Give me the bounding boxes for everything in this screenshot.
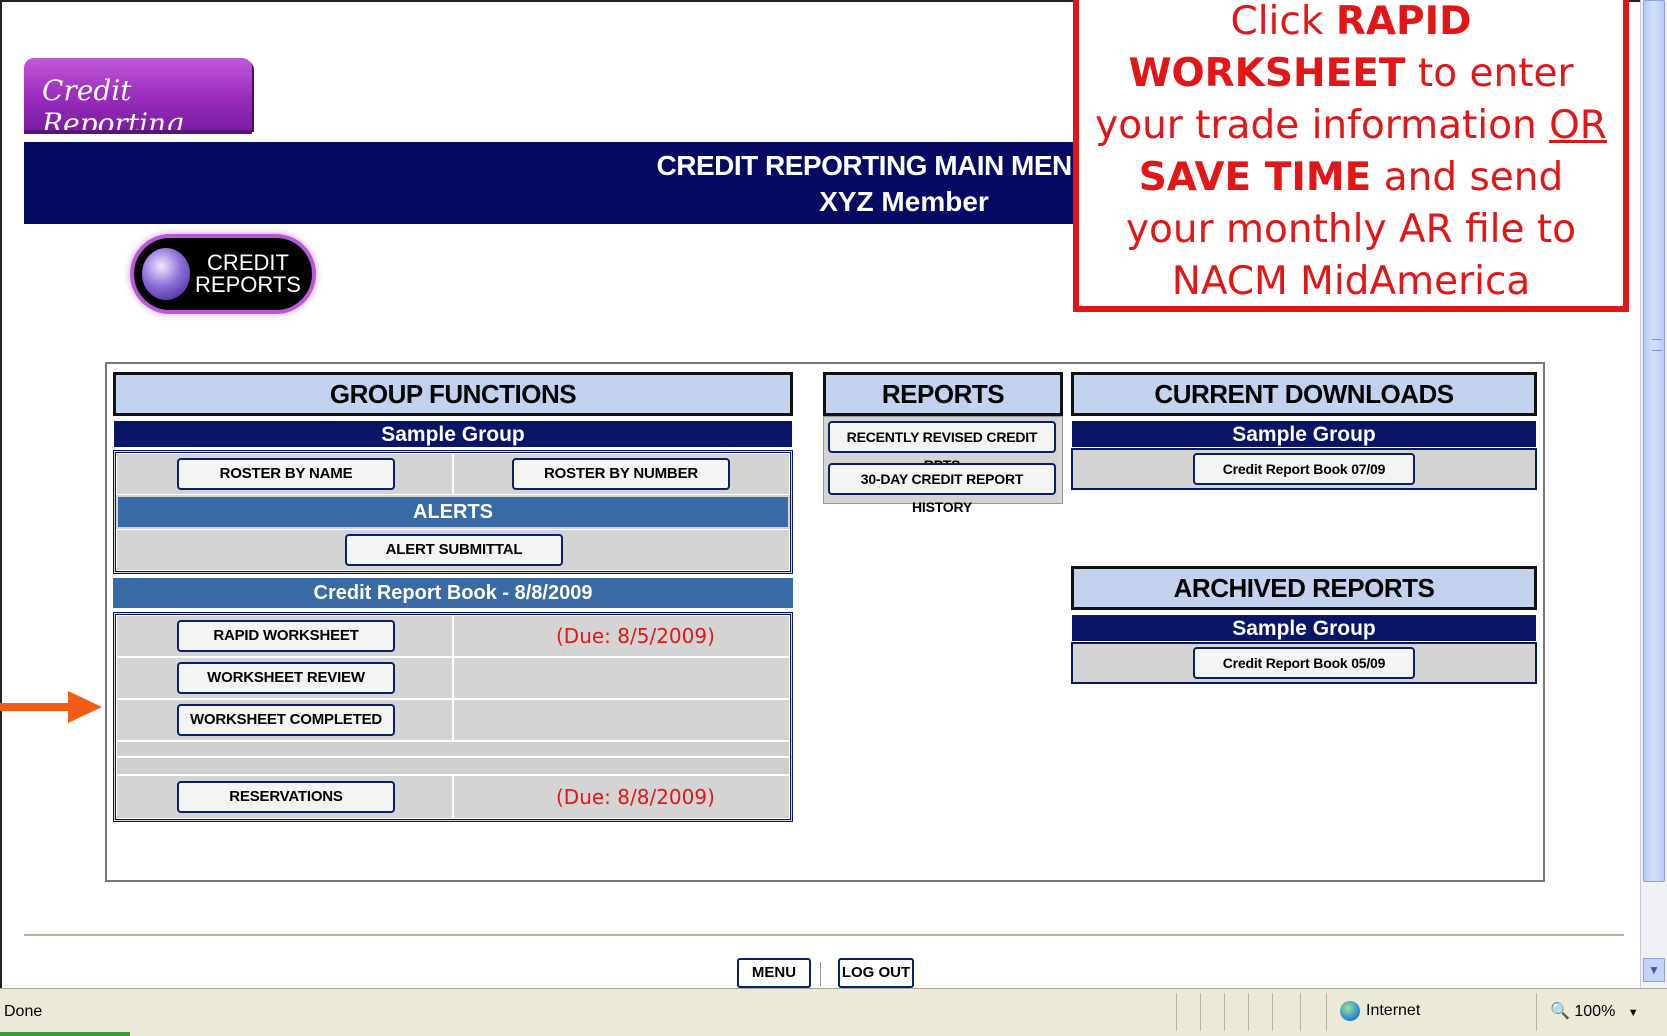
- roster-by-name-button[interactable]: ROSTER BY NAME: [177, 458, 395, 490]
- callout-text: Click RAPID WORKSHEET to enter your trad…: [1095, 0, 1607, 304]
- archived-panel: Credit Report Book 05/09: [1071, 642, 1537, 684]
- status-bar: Done Internet 🔍 100% ▼: [0, 988, 1667, 1036]
- footer-separator: [820, 962, 821, 986]
- vertical-scrollbar[interactable]: ▼: [1640, 0, 1667, 988]
- roster-name-cell: ROSTER BY NAME: [116, 453, 453, 495]
- reports-panel: RECENTLY REVISED CREDIT RPTS 30-DAY CRED…: [823, 416, 1063, 515]
- security-zone: Internet: [1340, 1001, 1420, 1021]
- status-divider: [1326, 993, 1327, 1031]
- archived-book-button[interactable]: Credit Report Book 05/09: [1193, 647, 1415, 679]
- current-book-download-button[interactable]: Credit Report Book 07/09: [1193, 453, 1415, 485]
- downloads-group-bar: Sample Group: [1071, 420, 1537, 448]
- downloads-panel: Credit Report Book 07/09: [1071, 448, 1537, 490]
- menu-button[interactable]: MENU: [737, 958, 811, 988]
- zoom-control[interactable]: 🔍 100% ▼: [1550, 1001, 1639, 1021]
- status-divider: [1536, 993, 1537, 1031]
- worksheet-completed-cell: WORKSHEET COMPLETED: [116, 699, 453, 741]
- current-downloads-header: CURRENT DOWNLOADS: [1071, 372, 1537, 416]
- worksheet-completed-button[interactable]: WORKSHEET COMPLETED: [177, 704, 395, 736]
- worksheet-panel: RAPID WORKSHEET (Due: 8/5/2009) WORKSHEE…: [113, 612, 793, 822]
- status-text: Done: [4, 1003, 43, 1020]
- reservations-due: (Due: 8/8/2009): [556, 785, 715, 809]
- status-divider: [1200, 993, 1201, 1031]
- chevron-down-icon[interactable]: ▼: [1628, 1007, 1639, 1019]
- arrow-right-icon: [0, 703, 72, 711]
- worksheet-review-cell: WORKSHEET REVIEW: [116, 657, 453, 699]
- grip-icon: [1652, 339, 1662, 351]
- empty-cell: [453, 657, 790, 699]
- rapid-worksheet-cell: RAPID WORKSHEET: [116, 615, 453, 657]
- rapid-worksheet-due: (Due: 8/5/2009): [556, 624, 715, 648]
- credit-report-book-header: Credit Report Book - 8/8/2009: [113, 578, 793, 608]
- reports-header: REPORTS: [823, 372, 1063, 416]
- roster-number-cell: ROSTER BY NUMBER: [453, 453, 790, 495]
- scroll-down-icon[interactable]: ▼: [1643, 958, 1665, 982]
- credit-reports-button[interactable]: CREDIT REPORTS: [130, 234, 316, 314]
- progress-strip: [0, 1032, 130, 1036]
- recently-revised-button[interactable]: RECENTLY REVISED CREDIT RPTS: [828, 421, 1056, 473]
- reservations-cell: RESERVATIONS: [116, 775, 453, 819]
- orb-icon: [142, 248, 190, 300]
- globe-icon: [1340, 1001, 1360, 1021]
- group-functions-header: GROUP FUNCTIONS: [113, 372, 793, 416]
- empty-cell: [453, 699, 790, 741]
- zoom-level: 100%: [1574, 1003, 1616, 1020]
- rapid-due-cell: (Due: 8/5/2009): [453, 615, 790, 657]
- status-divider: [1248, 993, 1249, 1031]
- rapid-worksheet-button[interactable]: RAPID WORKSHEET: [177, 620, 395, 652]
- archived-group-bar: Sample Group: [1071, 614, 1537, 642]
- spacer-row: [116, 741, 790, 757]
- arrow-head-icon: [68, 691, 102, 723]
- spacer-row: [116, 757, 790, 775]
- credit-reporting-logo-tab: Credit Reporting: [24, 58, 252, 140]
- status-divider: [1300, 993, 1301, 1031]
- worksheet-review-button[interactable]: WORKSHEET REVIEW: [177, 662, 395, 694]
- status-divider: [1272, 993, 1273, 1031]
- archived-reports-header: ARCHIVED REPORTS: [1071, 566, 1537, 610]
- reservations-button[interactable]: RESERVATIONS: [177, 781, 395, 813]
- alert-submittal-button[interactable]: ALERT SUBMITTAL: [345, 534, 563, 566]
- reservations-due-cell: (Due: 8/8/2009): [453, 775, 790, 819]
- alerts-header: ALERTS: [118, 497, 788, 527]
- zone-label: Internet: [1366, 1002, 1421, 1020]
- instruction-callout: Click RAPID WORKSHEET to enter your trad…: [1073, 0, 1629, 312]
- group-name-bar: Sample Group: [113, 420, 793, 448]
- main-menu-table: GROUP FUNCTIONS Sample Group ROSTER BY N…: [105, 362, 1545, 882]
- credit-reports-label: CREDIT REPORTS: [195, 250, 301, 297]
- footer-divider: [24, 934, 1624, 936]
- logout-button[interactable]: LOG OUT: [838, 958, 914, 988]
- magnifier-icon: 🔍: [1550, 1003, 1570, 1020]
- scrollbar-thumb[interactable]: [1643, 0, 1665, 882]
- credit-report-history-button[interactable]: 30-DAY CREDIT REPORT HISTORY: [828, 463, 1056, 515]
- roster-alerts-panel: ROSTER BY NAME ROSTER BY NUMBER ALERTS A…: [113, 450, 793, 574]
- logo-underline: [24, 130, 252, 134]
- roster-by-number-button[interactable]: ROSTER BY NUMBER: [512, 458, 730, 490]
- status-divider: [1176, 993, 1177, 1031]
- status-divider: [1224, 993, 1225, 1031]
- alert-submittal-cell: ALERT SUBMITTAL: [116, 529, 790, 571]
